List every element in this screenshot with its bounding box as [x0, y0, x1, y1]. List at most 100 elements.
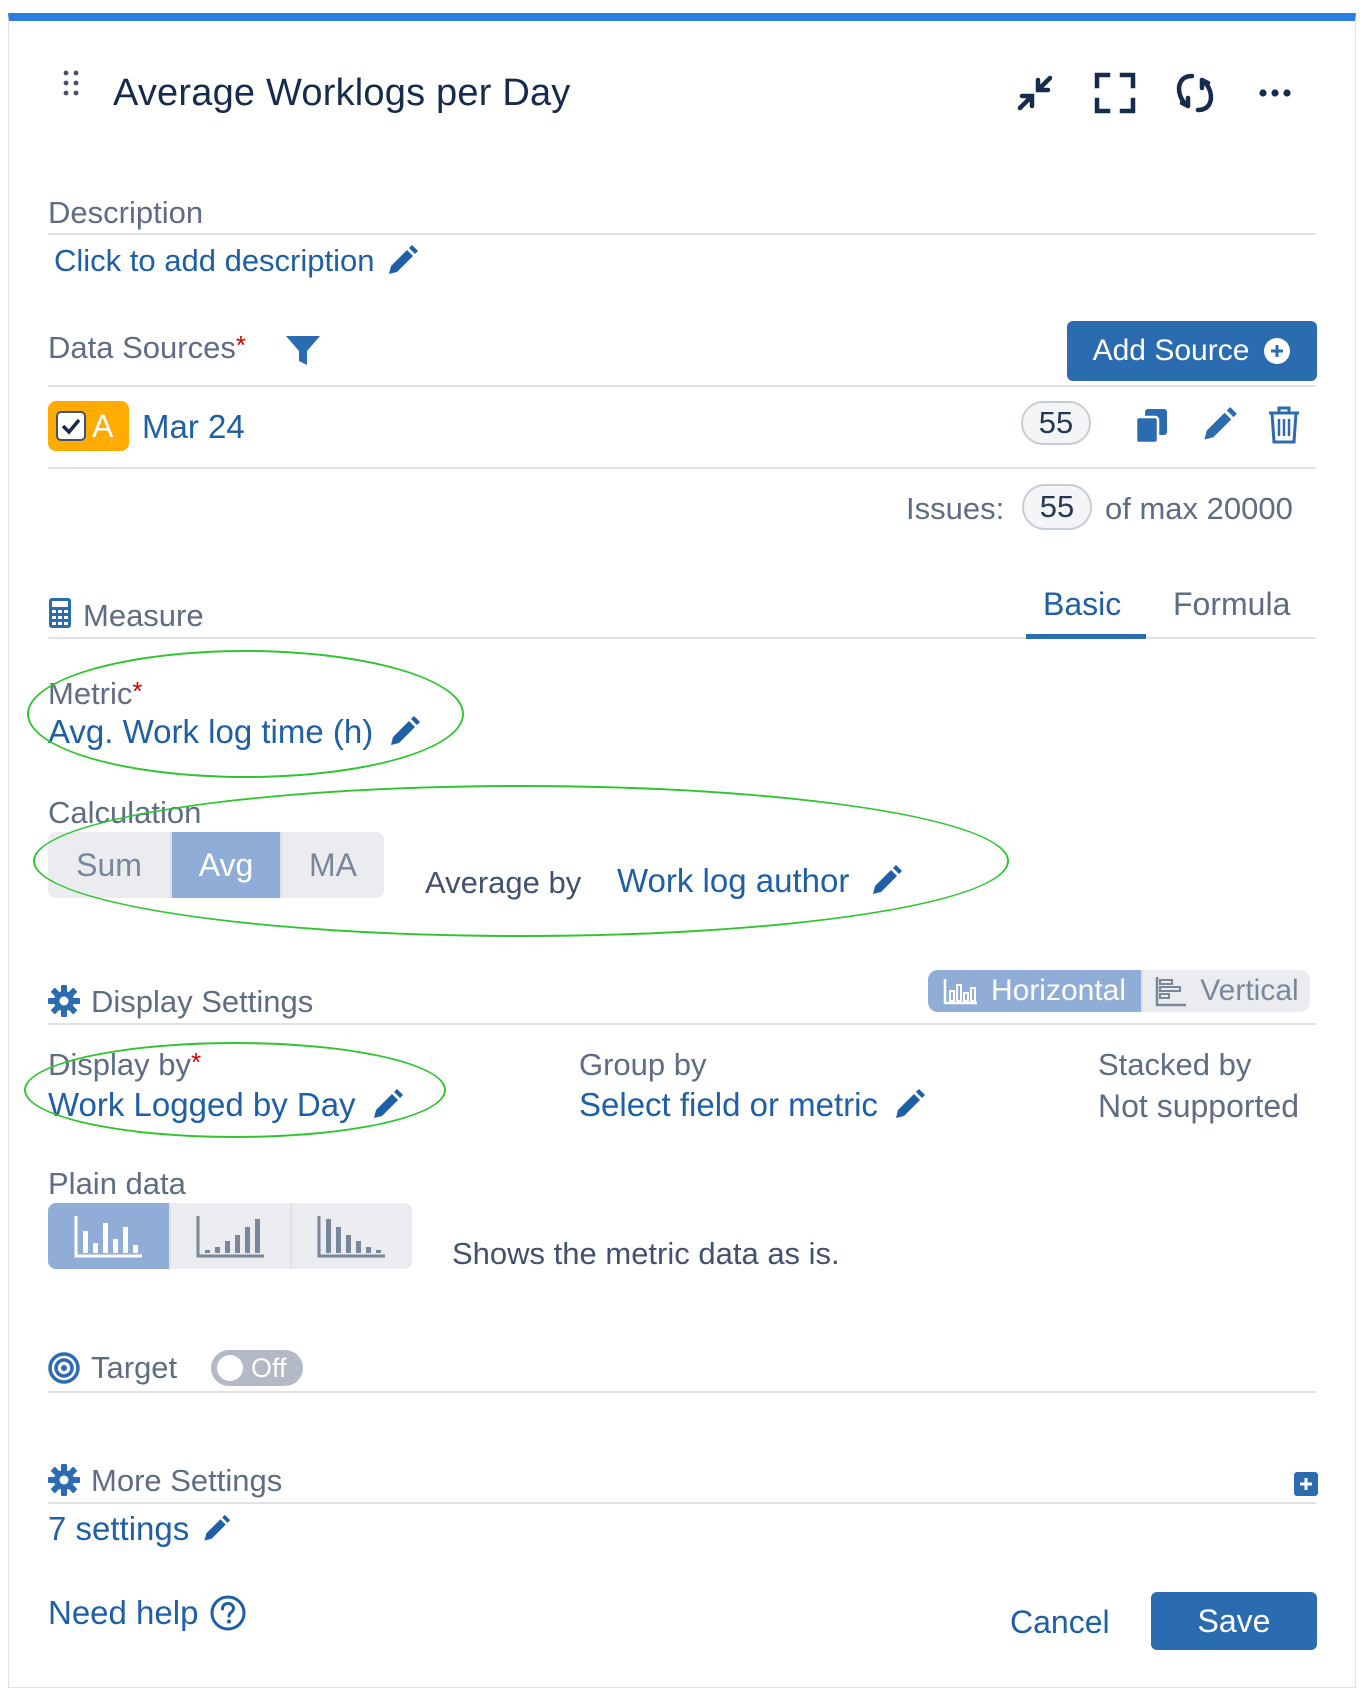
calculation-segmented-control[interactable]: Sum Avg MA	[48, 832, 384, 898]
horizontal-bar-icon	[1156, 977, 1187, 1007]
pencil-icon	[873, 865, 903, 894]
required-mark: *	[191, 1047, 202, 1077]
display-settings-label: Display Settings	[91, 984, 314, 1019]
issues-count-badge: 55	[1022, 484, 1092, 530]
save-button[interactable]: Save	[1151, 1592, 1317, 1650]
more-settings-link[interactable]: 7 settings	[48, 1510, 231, 1548]
plus-circle-icon	[1264, 338, 1291, 364]
tab-basic[interactable]: Basic	[1043, 586, 1121, 623]
pencil-icon	[895, 1089, 925, 1118]
calculation-label: Calculation	[48, 795, 202, 830]
sort-option-ascending[interactable]	[169, 1203, 290, 1269]
plain-data-label: Plain data	[48, 1166, 186, 1201]
required-mark: *	[235, 330, 246, 360]
measure-label: Measure	[83, 598, 204, 633]
calculator-icon	[49, 598, 71, 628]
plain-bars-icon	[74, 1216, 142, 1258]
sort-option-descending[interactable]	[290, 1203, 412, 1269]
ascending-bars-icon	[196, 1216, 264, 1258]
filter-icon[interactable]	[285, 334, 321, 368]
drag-handle-icon[interactable]	[60, 68, 82, 98]
page-title: Average Worklogs per Day	[113, 72, 571, 114]
help-link[interactable]: Need help	[48, 1594, 246, 1632]
add-source-label: Add Source	[1092, 334, 1250, 367]
pencil-icon	[388, 245, 418, 274]
add-description-link[interactable]: Click to add description	[54, 243, 419, 279]
metric-selector[interactable]: Avg. Work log time (h)	[48, 713, 421, 751]
active-tab-indicator	[1026, 634, 1146, 639]
more-settings-count: 7 settings	[48, 1510, 190, 1547]
trash-icon[interactable]	[1267, 405, 1301, 445]
calculation-option-sum[interactable]: Sum	[48, 832, 170, 898]
edit-pencil-icon[interactable]	[1200, 406, 1238, 444]
help-label: Need help	[48, 1594, 199, 1631]
display-by-selector[interactable]: Work Logged by Day	[48, 1086, 404, 1124]
collapse-icon	[1017, 75, 1053, 111]
metric-value: Avg. Work log time (h)	[48, 713, 374, 750]
issues-label: Issues:	[906, 491, 1005, 526]
collapse-button[interactable]	[1012, 70, 1058, 116]
pencil-icon	[391, 716, 421, 745]
orientation-horizontal-label: Horizontal	[990, 974, 1127, 1007]
bar-chart-icon	[943, 979, 977, 1005]
target-label: Target	[91, 1350, 178, 1385]
divider	[48, 1023, 1316, 1025]
display-by-value: Work Logged by Day	[48, 1086, 356, 1123]
metric-label-text: Metric	[48, 676, 133, 711]
stacked-by-label: Stacked by	[1098, 1047, 1252, 1082]
pencil-icon	[373, 1089, 403, 1118]
refresh-icon	[1176, 73, 1214, 113]
pencil-icon	[204, 1514, 231, 1541]
display-by-label-text: Display by	[48, 1047, 191, 1082]
target-toggle-label: Off	[251, 1352, 287, 1383]
add-source-button[interactable]: Add Source	[1067, 321, 1317, 381]
copy-icon[interactable]	[1133, 407, 1171, 445]
display-by-label: Display by*	[48, 1047, 201, 1083]
gear-icon	[48, 985, 80, 1017]
group-by-selector[interactable]: Select field or metric	[579, 1086, 926, 1124]
more-options-button[interactable]	[1252, 70, 1298, 116]
toggle-knob	[217, 1355, 243, 1381]
refresh-button[interactable]	[1172, 70, 1218, 116]
sort-option-plain[interactable]	[48, 1203, 169, 1269]
group-by-label: Group by	[579, 1047, 707, 1082]
divider	[48, 233, 1316, 235]
expand-plus-icon[interactable]	[1294, 1472, 1318, 1496]
issues-max-text: of max 20000	[1105, 491, 1293, 526]
orientation-horizontal[interactable]: Horizontal	[928, 970, 1141, 1012]
add-description-text: Click to add description	[54, 243, 375, 278]
calculation-option-avg[interactable]: Avg	[170, 832, 280, 898]
source-letter: A	[92, 407, 114, 444]
target-toggle[interactable]: Off	[211, 1350, 303, 1386]
divider	[48, 467, 1316, 469]
calculation-option-ma[interactable]: MA	[280, 832, 384, 898]
cancel-button[interactable]: Cancel	[1010, 1604, 1110, 1641]
divider	[48, 1391, 1316, 1393]
description-label: Description	[48, 195, 204, 230]
fullscreen-icon	[1094, 72, 1136, 114]
average-by-label: Average by	[425, 865, 582, 900]
descending-bars-icon	[317, 1216, 385, 1258]
ellipsis-icon	[1259, 89, 1291, 97]
divider	[48, 385, 1316, 387]
source-name[interactable]: Mar 24	[142, 408, 245, 446]
tab-formula[interactable]: Formula	[1173, 586, 1290, 623]
sort-order-segmented-control[interactable]	[48, 1203, 412, 1269]
orientation-vertical[interactable]: Vertical	[1141, 970, 1310, 1012]
stacked-by-value: Not supported	[1098, 1088, 1300, 1124]
average-by-selector[interactable]: Work log author	[617, 862, 903, 900]
plain-data-description: Shows the metric data as is.	[452, 1236, 840, 1271]
orientation-toggle[interactable]: Horizontal Vertical	[928, 970, 1310, 1012]
more-settings-label: More Settings	[91, 1463, 283, 1498]
required-mark: *	[132, 676, 143, 706]
data-sources-label-text: Data Sources	[48, 330, 236, 365]
metric-label: Metric*	[48, 676, 143, 712]
source-count-badge: 55	[1021, 401, 1091, 445]
fullscreen-button[interactable]	[1092, 70, 1138, 116]
source-badge[interactable]: A	[48, 401, 129, 451]
average-by-value: Work log author	[617, 862, 850, 899]
divider	[48, 1502, 1316, 1504]
help-circle-icon	[210, 1595, 246, 1631]
data-sources-label: Data Sources*	[48, 330, 246, 366]
checkbox-icon[interactable]	[56, 411, 86, 441]
